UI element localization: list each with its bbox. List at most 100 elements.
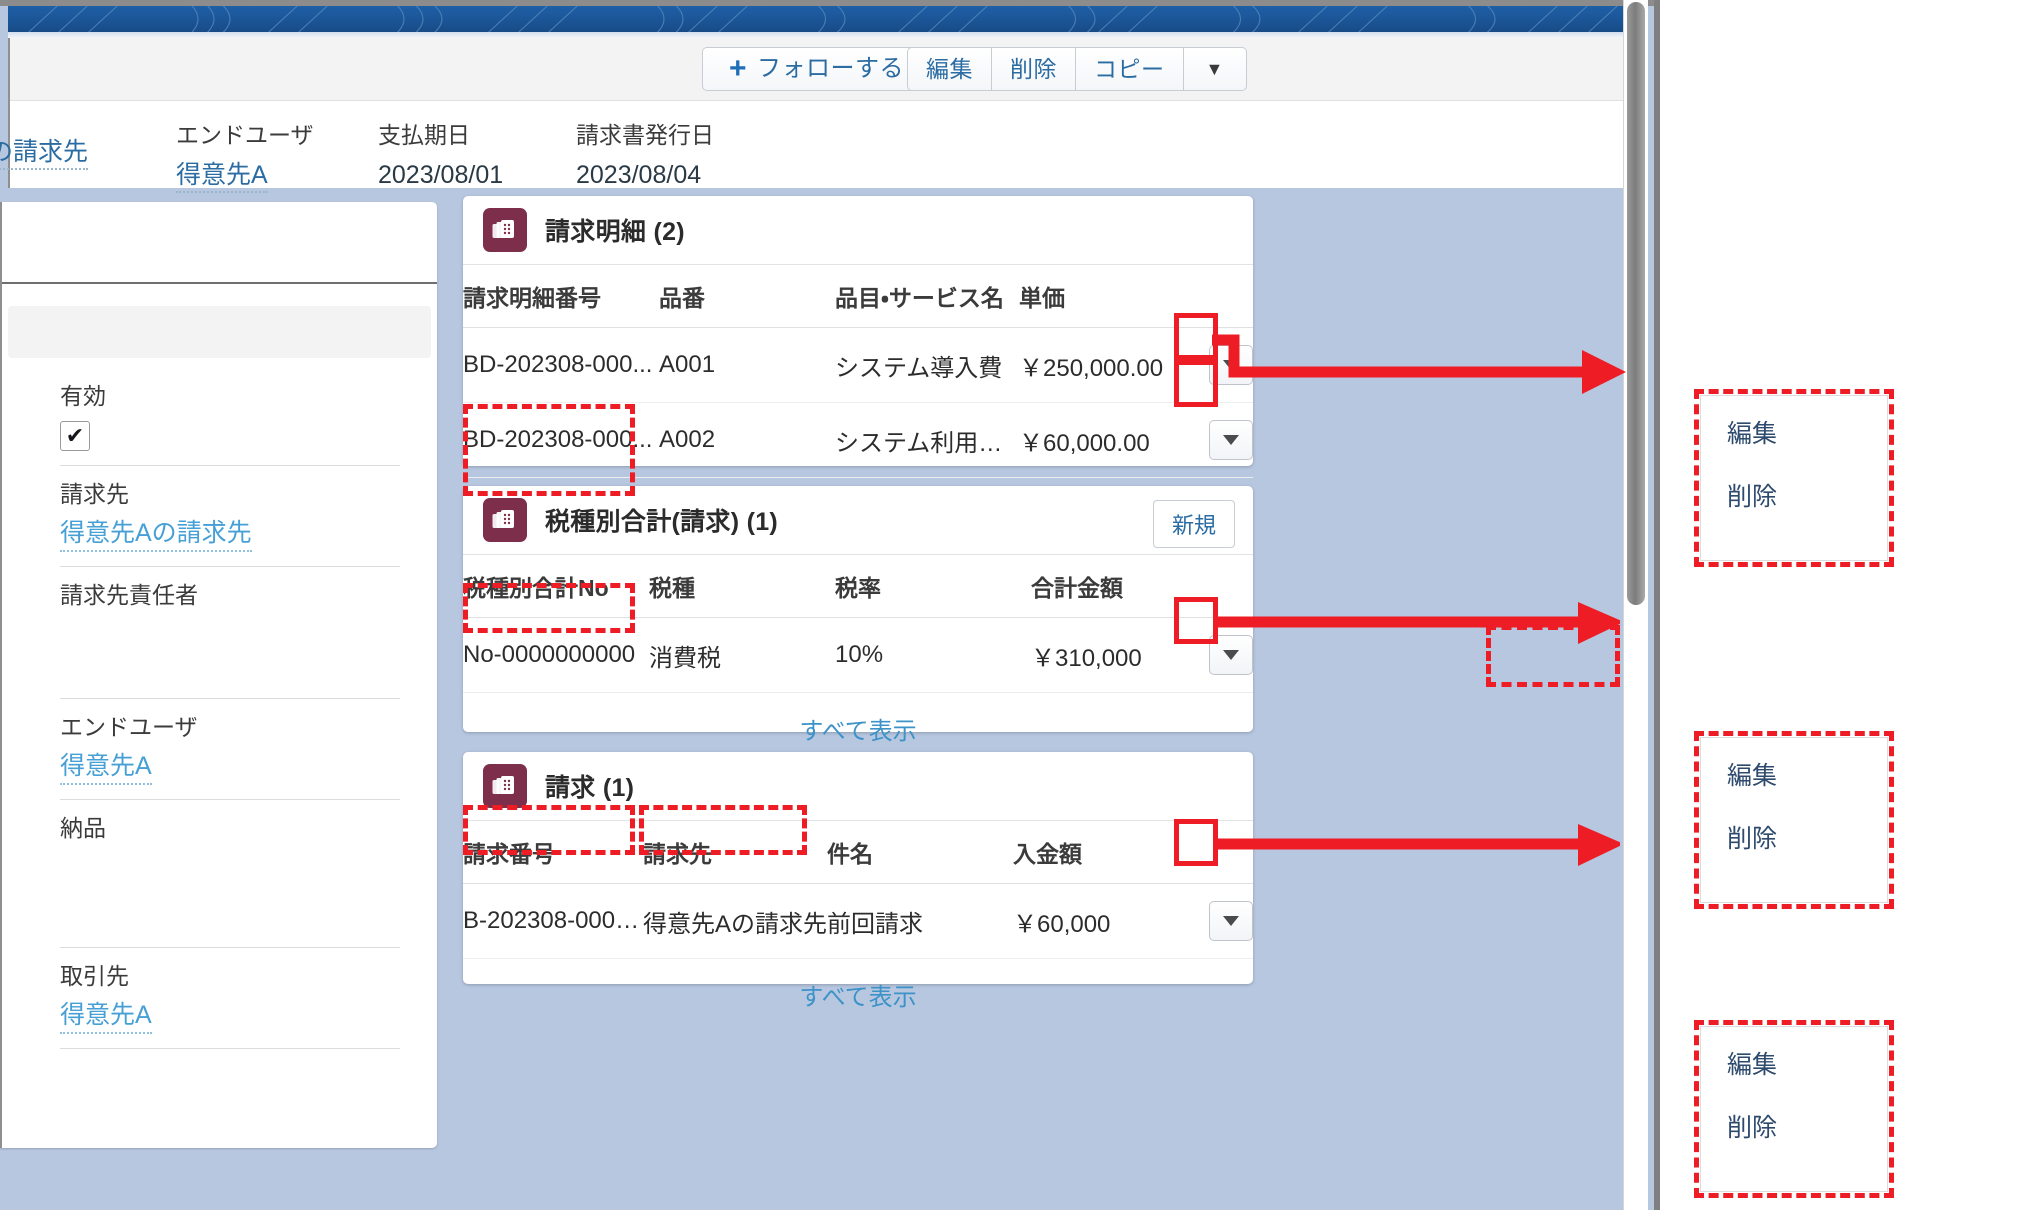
chevron-down-icon <box>1223 360 1239 370</box>
detail-field-value[interactable]: 得意先A <box>60 752 152 786</box>
record-link[interactable]: 得意先Aの請求先 <box>643 911 827 938</box>
context-menu-delete[interactable]: 削除 <box>1727 485 1887 510</box>
chevron-down-icon <box>1223 916 1239 926</box>
record-link[interactable]: B-202308-0000... <box>463 907 643 934</box>
record-header: + フォローする 編集 削除 コピー ▼ の請求先 <box>0 38 1638 193</box>
chevron-down-icon <box>1223 435 1239 445</box>
context-menu-delete[interactable]: 削除 <box>1727 1116 1887 1141</box>
table-header-row: 請求明細番号 品番 品目・サービス名 単価 <box>463 265 1253 328</box>
cell-billing-account-link[interactable]: 得意先Aの請求先 <box>643 883 827 959</box>
header-field-value[interactable]: 得意先A <box>176 163 268 193</box>
column-header: 品目・サービス名 <box>835 265 1019 328</box>
view-all-link[interactable]: すべて表示 <box>463 959 1253 1032</box>
related-list-card-tax-totals: 税種別合計(請求) (1) 新規 税種別合計No 税種 税率 合計金額 No-0… <box>463 486 1253 745</box>
application-window: + フォローする 編集 削除 コピー ▼ の請求先 <box>0 0 1660 1210</box>
detail-field-end-user: エンドユーザ 得意先A <box>60 715 400 801</box>
detail-panel-section-header <box>8 306 431 358</box>
table-row[interactable]: BD-202308-000... A001 システム導入費 ￥250,000.0… <box>463 327 1253 403</box>
plus-icon: + <box>729 52 748 85</box>
detail-field-list: 有効 ✔ 請求先 得意先Aの請求先 請求先責任者 エンドユーザ 得意先A 納品 … <box>2 358 437 1050</box>
record-action-button-group: 編集 削除 コピー ▼ <box>907 47 1247 91</box>
new-record-button[interactable]: 新規 <box>1152 500 1235 548</box>
delete-button[interactable]: 削除 <box>991 47 1076 91</box>
follow-button-label: フォローする <box>757 55 905 82</box>
cell-row-actions <box>1183 883 1253 959</box>
follow-button[interactable]: + フォローする <box>702 47 932 91</box>
column-header: 請求番号 <box>463 821 643 884</box>
cell-unit-price: ￥250,000.00 <box>1019 327 1183 403</box>
related-list-header: 請求明細 (2) <box>463 196 1253 265</box>
detail-panel-spacer <box>2 284 437 306</box>
context-menu-edit[interactable]: 編集 <box>1727 1053 1887 1078</box>
detail-field-active: 有効 ✔ <box>60 383 400 467</box>
screenshot-root: + フォローする 編集 削除 コピー ▼ の請求先 <box>0 0 2027 1210</box>
record-action-bar: + フォローする 編集 削除 コピー ▼ <box>10 38 1638 101</box>
table-row[interactable]: B-202308-0000... 得意先Aの請求先 前回請求 ￥60,000 <box>463 883 1253 959</box>
table-row[interactable]: BD-202308-000... A002 システム利用月額 ￥60,000.0… <box>463 402 1253 478</box>
detail-field-label: 有効 <box>60 383 106 409</box>
page-scrollbar[interactable] <box>1623 0 1648 1210</box>
column-header: 品番 <box>659 265 835 328</box>
detail-field-label: 請求先責任者 <box>60 582 198 609</box>
edit-button[interactable]: 編集 <box>907 47 992 91</box>
record-highlight-fields: の請求先 エンドユーザ 得意先A 支払期日 2023/08/01 請求書発行日 … <box>0 100 1638 193</box>
cell-service-name: システム利用月額 <box>835 402 1019 478</box>
cell-record-link[interactable]: No-0000000000 <box>463 617 649 693</box>
context-menu-edit[interactable]: 編集 <box>1727 422 1887 447</box>
context-menu-items: 編集 削除 <box>1701 396 1887 560</box>
cell-product-code: A002 <box>659 402 835 478</box>
cell-payment-amount: ￥60,000 <box>1013 883 1183 959</box>
row-actions-menu-button[interactable] <box>1209 345 1253 385</box>
chevron-down-icon: ▼ <box>1205 59 1224 79</box>
related-list-icon <box>483 208 527 252</box>
related-list-title: 請求明細 (2) <box>545 218 685 246</box>
detail-field-value <box>60 853 400 875</box>
cell-record-link[interactable]: B-202308-0000... <box>463 883 643 959</box>
cell-total-amount: ￥310,000 <box>1031 617 1183 693</box>
cell-product-code: A001 <box>659 327 835 403</box>
header-field-end-user: エンドユーザ 得意先A <box>176 124 314 193</box>
detail-field-billing-account: 請求先 得意先Aの請求先 <box>60 481 400 568</box>
related-list-table: 税種別合計No 税種 税率 合計金額 No-0000000000 消費税 10%… <box>463 555 1253 693</box>
detail-field-value[interactable]: 得意先Aの請求先 <box>60 519 252 553</box>
more-actions-button[interactable]: ▼ <box>1182 47 1247 91</box>
column-header: 件名 <box>827 821 1013 884</box>
related-list-title: 税種別合計(請求) (1) <box>545 508 779 536</box>
cell-unit-price: ￥60,000.00 <box>1019 402 1183 478</box>
header-field-label: 支払期日 <box>378 122 470 148</box>
related-list-icon <box>483 764 527 808</box>
related-list-table: 請求明細番号 品番 品目・サービス名 単価 BD-202308-000... A… <box>463 265 1253 478</box>
cell-record-link[interactable]: BD-202308-000... <box>463 327 659 403</box>
table-header-row: 請求番号 請求先 件名 入金額 <box>463 821 1253 884</box>
cell-record-link[interactable]: BD-202308-000... <box>463 402 659 478</box>
context-menu-edit[interactable]: 編集 <box>1727 764 1887 789</box>
context-menu-callout-2: 編集 削除 <box>1700 737 1888 903</box>
record-link[interactable]: No-0000000000 <box>463 641 635 668</box>
active-checkbox[interactable]: ✔ <box>60 421 90 452</box>
record-link[interactable]: BD-202308-000... <box>463 426 652 453</box>
column-header: 税率 <box>835 555 1031 618</box>
context-menu-items: 編集 削除 <box>1701 738 1887 902</box>
context-menu-delete[interactable]: 削除 <box>1727 827 1887 852</box>
copy-button[interactable]: コピー <box>1075 47 1184 91</box>
record-link[interactable]: BD-202308-000... <box>463 351 652 378</box>
column-header: 税種別合計No <box>463 555 649 618</box>
header-field-value[interactable]: の請求先 <box>0 140 89 170</box>
row-actions-menu-button[interactable] <box>1209 635 1253 675</box>
table-row[interactable]: No-0000000000 消費税 10% ￥310,000 <box>463 617 1253 693</box>
cell-subject: 前回請求 <box>827 883 1013 959</box>
row-actions-menu-button[interactable] <box>1209 420 1253 460</box>
row-actions-menu-button[interactable] <box>1209 901 1253 941</box>
related-list-card-invoice-lines: 請求明細 (2) 請求明細番号 品番 品目・サービス名 単価 BD-202308… <box>463 196 1253 530</box>
related-list-title: 請求 (1) <box>545 774 635 802</box>
related-list-icon <box>483 498 527 542</box>
record-body: 有効 ✔ 請求先 得意先Aの請求先 請求先責任者 エンドユーザ 得意先A 納品 … <box>0 196 1638 1206</box>
related-list-header: 税種別合計(請求) (1) 新規 <box>463 486 1253 555</box>
header-field-value: 2023/08/01 <box>378 161 504 189</box>
scrollbar-thumb[interactable] <box>1627 2 1645 605</box>
detail-field-value[interactable]: 得意先A <box>60 1001 152 1035</box>
detail-field-label: 取引先 <box>60 963 129 990</box>
detail-panel-top-section <box>2 202 437 284</box>
column-header: 合計金額 <box>1031 555 1183 618</box>
cell-service-name: システム導入費 <box>835 327 1019 403</box>
